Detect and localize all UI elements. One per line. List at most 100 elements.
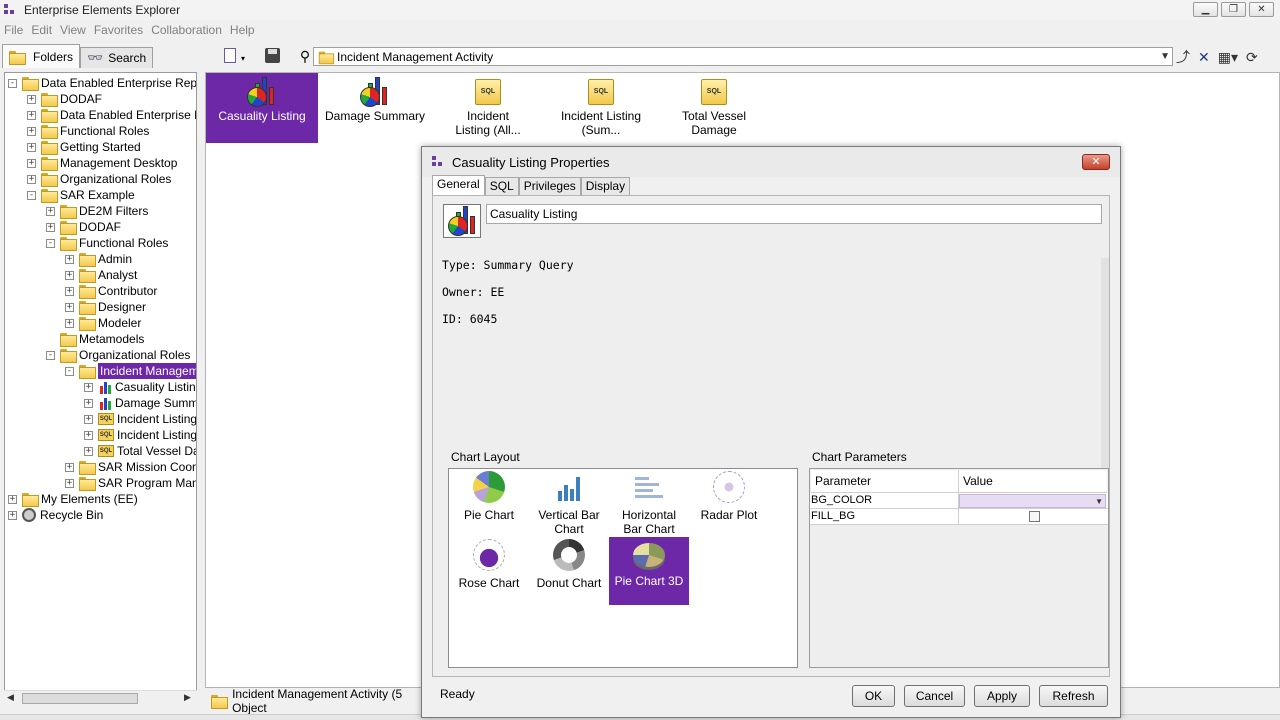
tree-item[interactable]: + DODAF: [27, 91, 102, 107]
collapse-icon[interactable]: -: [27, 190, 36, 200]
refresh-button[interactable]: Refresh: [1039, 685, 1108, 707]
chevron-down-icon[interactable]: ▼: [1160, 51, 1170, 62]
tab-sql[interactable]: SQL: [484, 177, 519, 195]
chart-option-rose[interactable]: Rose Chart: [449, 537, 529, 605]
minimize-button[interactable]: ▁: [1193, 2, 1218, 17]
item-incident-listing-all[interactable]: SQL Incident Listing (All...: [432, 73, 544, 143]
expand-icon[interactable]: +: [27, 158, 36, 168]
scroll-thumb[interactable]: [22, 693, 138, 704]
tree-horizontal-scrollbar[interactable]: ◀ ▶: [4, 690, 197, 706]
tree-item[interactable]: + Contributor: [65, 283, 157, 299]
tree-item[interactable]: + SAR Mission Coordin: [65, 459, 196, 475]
tree-item[interactable]: - SAR Example: [27, 187, 135, 203]
tree-item[interactable]: + Admin: [65, 251, 132, 267]
fill-bg-checkbox[interactable]: [1029, 511, 1040, 522]
expand-icon[interactable]: +: [65, 254, 74, 264]
tree-item[interactable]: + Data Enabled Enterprise Mo: [27, 107, 196, 123]
menu-help[interactable]: Help: [230, 23, 255, 37]
collapse-icon[interactable]: -: [46, 350, 55, 360]
expand-icon[interactable]: +: [65, 270, 74, 280]
tree-item[interactable]: + Organizational Roles: [27, 171, 171, 187]
filter-icon[interactable]: ⚲: [296, 47, 314, 65]
tree-item[interactable]: + SQL Incident Listing (: [84, 411, 196, 427]
tree-item[interactable]: - Organizational Roles: [46, 347, 190, 363]
expand-icon[interactable]: +: [84, 398, 93, 408]
save-icon[interactable]: [264, 47, 282, 65]
expand-icon[interactable]: +: [84, 382, 93, 392]
tab-general[interactable]: General: [432, 175, 485, 195]
tab-search[interactable]: 👓 Search: [80, 47, 154, 68]
name-field[interactable]: Casuality Listing: [486, 204, 1102, 224]
column-header-value[interactable]: Value: [959, 470, 1107, 493]
item-total-vessel-damage[interactable]: SQL Total Vessel Damage: [658, 73, 770, 143]
chart-option-donut[interactable]: Donut Chart: [529, 537, 609, 605]
tree-item[interactable]: + Management Desktop: [27, 155, 177, 171]
collapse-icon[interactable]: -: [46, 238, 55, 248]
tree-item[interactable]: - Functional Roles: [46, 235, 168, 251]
expand-icon[interactable]: +: [27, 110, 36, 120]
collapse-icon[interactable]: -: [8, 78, 17, 88]
tree-item[interactable]: + Designer: [65, 299, 146, 315]
item-casuality-listing[interactable]: Casuality Listing: [206, 73, 318, 143]
chart-option-pie-3d[interactable]: Pie Chart 3D: [609, 537, 689, 605]
chart-option-horizontal-bar[interactable]: Horizontal Bar Chart: [609, 469, 689, 537]
chart-option-radar[interactable]: Radar Plot: [689, 469, 769, 537]
expand-icon[interactable]: +: [65, 318, 74, 328]
up-folder-icon[interactable]: ⤴: [1176, 47, 1190, 67]
tree-item[interactable]: - Data Enabled Enterprise Reposi: [8, 75, 196, 91]
restore-button[interactable]: ❐: [1221, 2, 1246, 17]
tree-item[interactable]: + SQL Incident Listing (: [84, 427, 196, 443]
tab-folders[interactable]: Folders: [2, 44, 81, 68]
expand-icon[interactable]: +: [65, 286, 74, 296]
path-combobox[interactable]: Incident Management Activity ▼: [313, 47, 1173, 66]
tree-item[interactable]: + Casuality Listing: [84, 379, 196, 395]
tree-item[interactable]: + DE2M Filters: [46, 203, 148, 219]
tree-item[interactable]: - Incident Managemen: [65, 363, 196, 379]
menu-edit[interactable]: Edit: [31, 23, 52, 37]
expand-icon[interactable]: +: [27, 142, 36, 152]
new-document-icon[interactable]: ▾: [222, 47, 245, 65]
chevron-down-icon[interactable]: ▼: [1095, 494, 1103, 509]
collapse-icon[interactable]: -: [65, 366, 74, 376]
tree-item[interactable]: + DODAF: [46, 219, 121, 235]
refresh-icon[interactable]: ⟳: [1246, 49, 1258, 66]
close-window-button[interactable]: ✕: [1249, 2, 1274, 17]
delete-icon[interactable]: ✕: [1198, 49, 1210, 66]
expand-icon[interactable]: +: [8, 494, 17, 504]
cancel-button[interactable]: Cancel: [904, 685, 965, 707]
expand-icon[interactable]: +: [84, 414, 93, 424]
expand-icon[interactable]: +: [84, 430, 93, 440]
tab-display[interactable]: Display: [580, 177, 631, 195]
tree-item[interactable]: + Getting Started: [27, 139, 141, 155]
expand-icon[interactable]: +: [65, 478, 74, 488]
menu-file[interactable]: File: [4, 23, 23, 37]
tree-item[interactable]: + My Elements (EE): [8, 491, 138, 507]
dialog-close-button[interactable]: ✕: [1082, 154, 1110, 170]
view-mode-icon[interactable]: ▦▾: [1218, 49, 1238, 66]
folder-tree[interactable]: - Data Enabled Enterprise Reposi + DODAF + Da…: [4, 72, 197, 700]
expand-icon[interactable]: +: [27, 94, 36, 104]
tree-item[interactable]: + Damage Summa: [84, 395, 196, 411]
expand-icon[interactable]: +: [27, 126, 36, 136]
item-incident-listing-sum[interactable]: SQL Incident Listing (Sum...: [545, 73, 657, 143]
scroll-left-icon[interactable]: ◀: [7, 692, 14, 703]
ok-button[interactable]: OK: [852, 685, 895, 707]
expand-icon[interactable]: +: [65, 462, 74, 472]
menu-view[interactable]: View: [60, 23, 86, 37]
scroll-right-icon[interactable]: ▶: [184, 692, 191, 703]
item-damage-summary[interactable]: Damage Summary: [318, 73, 432, 143]
tree-item[interactable]: + SQL Total Vessel Dar: [84, 443, 196, 459]
chart-option-pie[interactable]: Pie Chart: [449, 469, 529, 537]
expand-icon[interactable]: +: [84, 446, 93, 456]
tab-privileges[interactable]: Privileges: [518, 177, 581, 195]
tree-item[interactable]: + Recycle Bin: [8, 507, 103, 523]
chart-option-vertical-bar[interactable]: Vertical Bar Chart: [529, 469, 609, 537]
tree-item[interactable]: + Analyst: [65, 267, 137, 283]
menu-collaboration[interactable]: Collaboration: [151, 23, 222, 37]
tree-item[interactable]: + SAR Program Manag: [65, 475, 196, 491]
tree-item[interactable]: + Functional Roles: [27, 123, 149, 139]
expand-icon[interactable]: +: [8, 510, 17, 520]
tree-item[interactable]: + Modeler: [65, 315, 141, 331]
menu-favorites[interactable]: Favorites: [94, 23, 143, 37]
column-header-parameter[interactable]: Parameter: [811, 470, 959, 493]
